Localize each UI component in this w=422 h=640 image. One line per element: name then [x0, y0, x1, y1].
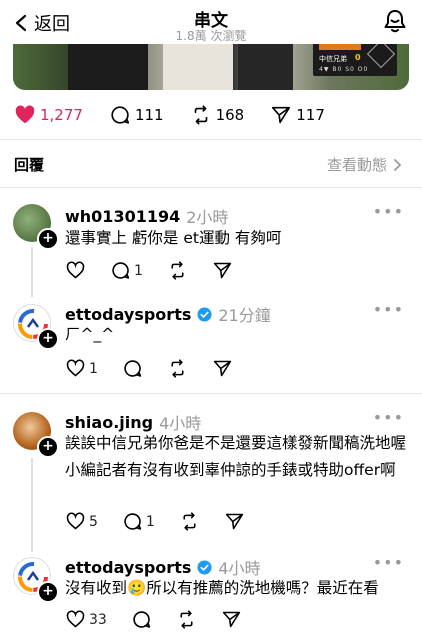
scoreboard-bso: B0 S0 O0 [332, 66, 369, 73]
comment-button[interactable] [122, 358, 143, 379]
more-options-icon[interactable]: ••• [373, 202, 404, 221]
like-count: 1 [89, 360, 98, 377]
send-icon [225, 513, 244, 530]
comment-button[interactable] [131, 609, 152, 630]
heart-icon [66, 261, 85, 279]
more-options-icon[interactable]: ••• [373, 553, 404, 572]
share-button[interactable]: 117 [270, 104, 325, 126]
thread-line [31, 247, 33, 297]
repost-button[interactable] [179, 511, 200, 532]
post-stats-row: 1,277 111 168 117 [14, 104, 351, 126]
comment-button[interactable]: 1 [110, 260, 143, 281]
comment-count: 1 [134, 262, 143, 279]
send-icon [272, 106, 291, 124]
top-nav-bar: 返回 串文 1.8萬 次瀏覽 [0, 0, 422, 44]
avatar[interactable]: + [13, 557, 59, 603]
comment-bubble-icon [112, 262, 130, 279]
scoreboard-score: 0 [355, 53, 361, 62]
repost-button[interactable] [167, 358, 188, 379]
follow-plus-icon[interactable]: + [37, 581, 59, 603]
repost-button[interactable] [167, 260, 188, 281]
comment-bubble-icon [124, 513, 142, 530]
bases-diamond-icon [366, 39, 396, 69]
username[interactable]: ettodaysports [65, 558, 191, 577]
divider [0, 139, 422, 140]
comment-button[interactable]: 111 [109, 104, 164, 126]
send-icon [213, 262, 232, 279]
notification-bell-icon[interactable] [382, 8, 408, 34]
repost-button[interactable] [176, 609, 197, 630]
reply-actions: 1 [65, 358, 257, 379]
username[interactable]: wh01301194 [65, 207, 180, 226]
reply-text: ㄏ^_^ [65, 325, 115, 343]
comment-count: 111 [134, 106, 164, 124]
comment-count: 1 [145, 513, 155, 530]
divider [0, 393, 422, 394]
share-button[interactable] [221, 609, 242, 630]
reply-text: 還事實上 虧你是 et運動 有夠呵 [65, 229, 282, 247]
like-button[interactable]: 33 [65, 609, 107, 630]
view-activity-link[interactable]: 查看動態 [327, 154, 402, 175]
heart-filled-icon [15, 105, 35, 124]
like-count: 33 [89, 611, 107, 628]
send-icon [213, 360, 232, 377]
repost-count: 168 [215, 106, 245, 124]
follow-plus-icon[interactable]: + [37, 228, 59, 250]
repost-button[interactable]: 168 [190, 104, 245, 126]
more-options-icon[interactable]: ••• [373, 300, 404, 319]
like-button[interactable]: 1 [65, 358, 98, 379]
share-button[interactable] [212, 260, 233, 281]
share-button[interactable] [224, 511, 245, 532]
comment-button[interactable]: 1 [122, 511, 155, 532]
share-button[interactable] [212, 358, 233, 379]
comment-bubble-icon [111, 106, 130, 124]
like-button[interactable]: 5 [65, 511, 98, 532]
heart-icon [66, 610, 85, 628]
heart-icon [66, 359, 85, 377]
like-count: 5 [89, 513, 98, 530]
verified-badge-icon [197, 559, 212, 575]
scoreboard-inning: 4▼ [319, 66, 330, 73]
view-activity-label: 查看動態 [326, 156, 387, 174]
scoreboard-count: 4▼ B0 S0 O0 [319, 66, 368, 73]
avatar[interactable]: + [13, 204, 59, 250]
reply-text: 沒有收到🥲所以有推薦的洗地機嗎？最近在看 [65, 579, 379, 597]
reply-actions: 5 1 [65, 511, 269, 532]
more-options-icon[interactable]: ••• [373, 408, 404, 427]
follow-plus-icon[interactable]: + [37, 328, 59, 350]
comment-bubble-icon [124, 360, 142, 377]
chevron-right-icon [394, 158, 402, 171]
repost-icon [180, 610, 193, 629]
replies-heading: 回覆 [14, 156, 45, 174]
verified-badge-icon [197, 306, 212, 322]
reply-text: 誒誒中信兄弟你爸是不是還要這樣發新聞稿洗地喔 小編記者有沒有收到辜仲諒的手錶或特… [65, 434, 407, 479]
username[interactable]: shiao.jing [65, 413, 153, 432]
avatar[interactable]: + [13, 304, 59, 350]
share-count: 117 [296, 106, 325, 124]
avatar[interactable]: + [13, 412, 59, 458]
follow-plus-icon[interactable]: + [37, 436, 59, 458]
scoreboard-team: 中信兄弟 [319, 55, 347, 63]
send-icon [222, 611, 240, 628]
heart-icon [66, 512, 85, 530]
repost-icon [194, 105, 207, 125]
like-button[interactable] [65, 260, 86, 281]
repost-icon [183, 512, 196, 531]
reply-actions: 1 [65, 260, 257, 281]
divider [0, 187, 422, 188]
reply-actions: 33 [65, 609, 266, 630]
thread-line [31, 458, 33, 552]
repost-icon [171, 261, 184, 280]
like-count: 1,277 [40, 106, 83, 124]
view-count: 1.8萬 次瀏覽 [175, 29, 247, 43]
repost-icon [171, 359, 184, 378]
comment-bubble-icon [133, 611, 150, 628]
like-button[interactable]: 1,277 [14, 104, 83, 126]
